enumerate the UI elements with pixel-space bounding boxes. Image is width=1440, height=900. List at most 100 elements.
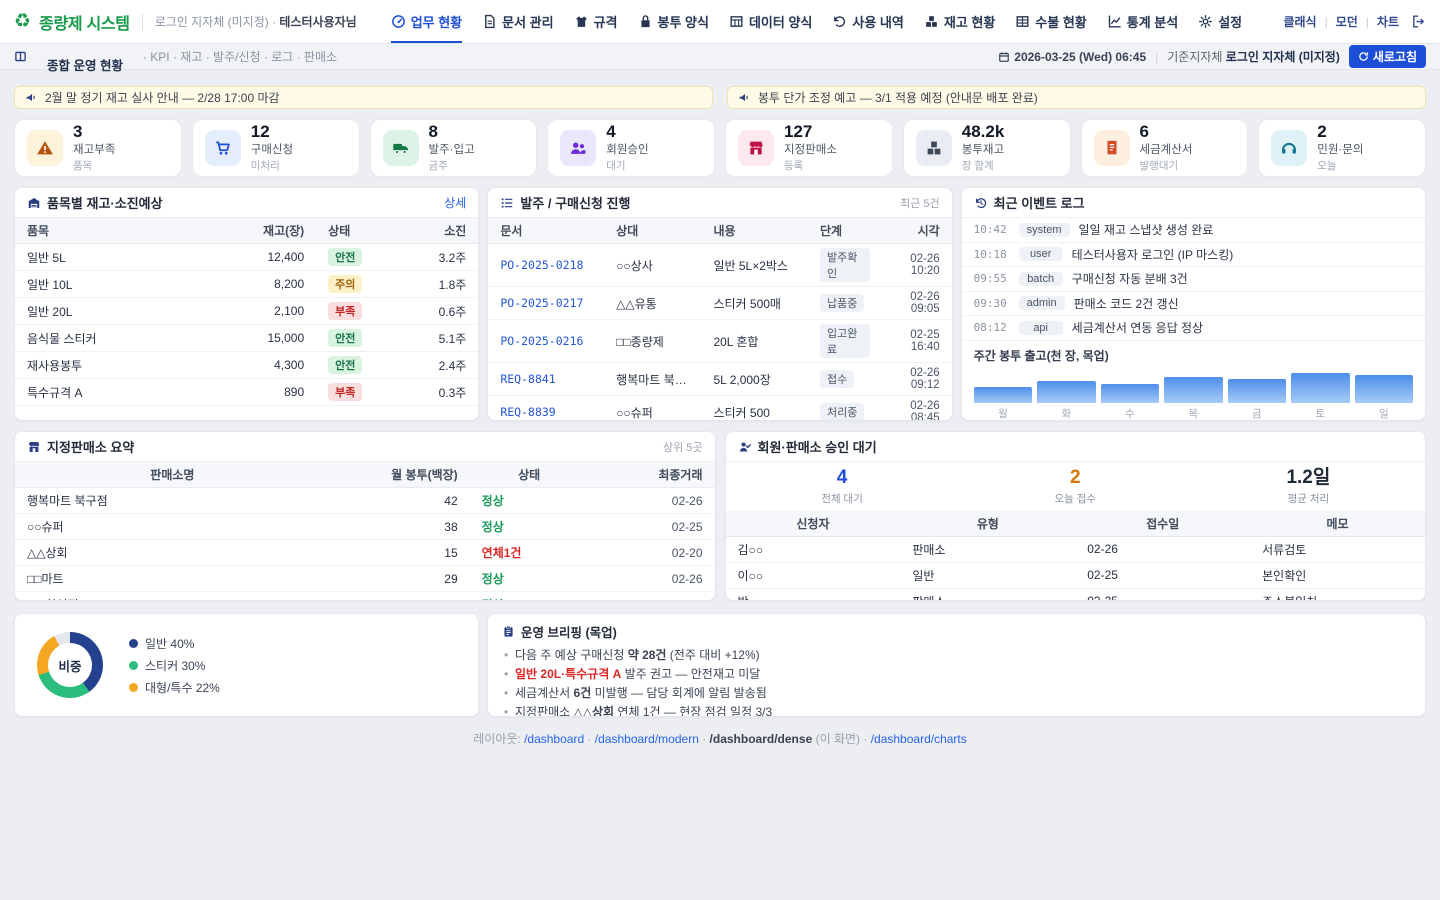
panels-row-3: 비중 일반 40%스티커 30%대형/특수 22% 운영 브리핑 (목업) 다음… bbox=[14, 613, 1426, 717]
status-badge: 주의 bbox=[328, 275, 362, 293]
table-header-row: 문서상대내용단계시각 bbox=[488, 218, 951, 244]
nav-item-label: 업무 현황 bbox=[411, 12, 462, 31]
bar-토 bbox=[1291, 373, 1349, 403]
legend-dot bbox=[129, 639, 138, 648]
kpi-card-1[interactable]: 3재고부족품목 bbox=[14, 119, 182, 177]
bag-icon bbox=[638, 14, 653, 29]
kpi-card-2[interactable]: 12구매신청미처리 bbox=[192, 119, 360, 177]
log-tag-badge: batch bbox=[1019, 272, 1063, 286]
bar-금 bbox=[1228, 379, 1286, 403]
item-burn-weeks: 0.6주 bbox=[390, 298, 478, 325]
login-jurisdiction: 로그인 지자체 (미지정) · bbox=[155, 15, 280, 29]
footer-layout-link[interactable]: /dashboard bbox=[524, 732, 584, 746]
store-icon bbox=[738, 130, 774, 166]
panel-header: 품목별 재고·소진예상 상세 bbox=[15, 188, 478, 218]
store-monthly: 38 bbox=[330, 514, 470, 540]
item-name: 특수규격 A bbox=[15, 379, 210, 406]
kpi-card-8[interactable]: 2민원·문의오늘 bbox=[1258, 119, 1426, 177]
table-header-row: 신청자유형접수일메모 bbox=[726, 511, 1426, 537]
nav-item-8[interactable]: 수불 현황 bbox=[1015, 0, 1086, 43]
bar-화 bbox=[1037, 381, 1095, 403]
nav-item-1[interactable]: 업무 현황 bbox=[391, 0, 462, 43]
stat-label: 평균 처리 bbox=[1192, 491, 1425, 506]
legend-item: 대형/특수 22% bbox=[129, 679, 220, 696]
kpi-sublabel: 등록 bbox=[784, 158, 837, 173]
table-row: 일반 5L12,400안전3.2주 bbox=[15, 244, 478, 271]
kpi-card-5[interactable]: 127지정판매소등록 bbox=[725, 119, 893, 177]
bar-일 bbox=[1355, 375, 1413, 403]
layout-link-2[interactable]: 모던 bbox=[1336, 13, 1358, 30]
kpi-card-6[interactable]: 48.2k봉투재고장 합계 bbox=[903, 119, 1071, 177]
kpi-card-3[interactable]: 8발주·입고금주 bbox=[370, 119, 538, 177]
nav-item-4[interactable]: 봉투 양식 bbox=[638, 0, 709, 43]
share-donut-panel: 비중 일반 40%스티커 30%대형/특수 22% bbox=[14, 613, 479, 717]
column-header: 메모 bbox=[1250, 511, 1425, 537]
banner-text: 봉투 단가 조정 예고 — 3/1 적용 예정 (안내문 배포 완료) bbox=[758, 89, 1038, 106]
stage-badge: 납품중 bbox=[820, 294, 864, 312]
user-check-icon bbox=[738, 440, 752, 454]
panel-title-text: 회원·판매소 승인 대기 bbox=[758, 437, 877, 456]
order-time: 02-26 08:45 bbox=[882, 396, 952, 422]
layout-link-3[interactable]: 차트 bbox=[1377, 13, 1399, 30]
document-link[interactable]: REQ-8841 bbox=[500, 372, 555, 386]
bar-label: 금 bbox=[1228, 406, 1286, 421]
nav-item-2[interactable]: 문서 관리 bbox=[482, 0, 553, 43]
footer-layout-link[interactable]: /dashboard/charts bbox=[871, 732, 967, 746]
column-header: 월 봉투(백장) bbox=[330, 462, 470, 488]
store-icon bbox=[27, 440, 41, 454]
orders-table: 문서상대내용단계시각 PO-2025-0218○○상사일반 5L×2박스발주확인… bbox=[488, 218, 951, 421]
item-name: 음식물 스티커 bbox=[15, 325, 210, 352]
kpi-label: 발주·입고 bbox=[429, 141, 475, 157]
nav-item-9[interactable]: 통계 분석 bbox=[1107, 0, 1178, 43]
stat-value: 2 bbox=[959, 468, 1192, 489]
refresh-button[interactable]: 새로고침 bbox=[1349, 45, 1426, 68]
document-link[interactable]: PO-2025-0216 bbox=[500, 334, 583, 348]
nav-item-5[interactable]: 데이터 양식 bbox=[729, 0, 812, 43]
applicant-type: 판매소 bbox=[900, 588, 1075, 601]
kpi-sublabel: 오늘 bbox=[1317, 158, 1363, 173]
warehouse-icon bbox=[27, 196, 41, 210]
approvals-panel: 회원·판매소 승인 대기 4전체 대기2오늘 접수1.2일평균 처리 신청자유형… bbox=[725, 431, 1427, 601]
divider: · bbox=[699, 732, 710, 746]
inventory-detail-link[interactable]: 상세 bbox=[444, 194, 466, 211]
kpi-card-7[interactable]: 6세금계산서발행대기 bbox=[1081, 119, 1249, 177]
nav-item-6[interactable]: 사용 내역 bbox=[832, 0, 903, 43]
breadcrumb-trail: · KPI · 재고 · 발주/신청 · 로그 · 판매소 bbox=[143, 48, 337, 65]
item-stock: 8,200 bbox=[210, 271, 317, 298]
document-link[interactable]: PO-2025-0218 bbox=[500, 258, 583, 272]
kpi-label: 재고부족 bbox=[73, 141, 115, 157]
document-link[interactable]: REQ-8839 bbox=[500, 405, 555, 419]
nav-item-label: 규격 bbox=[594, 12, 618, 31]
footer-current-layout: /dashboard/dense bbox=[710, 732, 813, 746]
log-text: 세금계산서 연동 응답 정상 bbox=[1072, 319, 1203, 336]
order-desc: 20L 혼합 bbox=[701, 320, 808, 363]
nav-item-10[interactable]: 설정 bbox=[1198, 0, 1242, 43]
item-burn-weeks: 1.8주 bbox=[390, 271, 478, 298]
bar-월 bbox=[974, 387, 1032, 403]
kpi-card-4[interactable]: 4회원승인대기 bbox=[547, 119, 715, 177]
store-last-trade: 02-25 bbox=[589, 514, 715, 540]
table-row: 음식물 스티커15,000안전5.1주 bbox=[15, 325, 478, 352]
item-burn-weeks: 3.2주 bbox=[390, 244, 478, 271]
logout-icon[interactable] bbox=[1411, 14, 1426, 29]
panel-title-text: 최근 이벤트 로그 bbox=[994, 193, 1085, 212]
brand-title: 종량제 시스템 bbox=[39, 10, 130, 34]
nav-item-label: 수불 현황 bbox=[1035, 12, 1086, 31]
stage-badge: 처리중 bbox=[820, 403, 864, 421]
order-time: 02-25 16:40 bbox=[882, 320, 952, 363]
footer-layout-link[interactable]: /dashboard/modern bbox=[595, 732, 699, 746]
log-text: 판매소 코드 2건 갱신 bbox=[1074, 295, 1179, 312]
layout-link-1[interactable]: 클래식 bbox=[1283, 13, 1316, 30]
nav-item-3[interactable]: 규격 bbox=[574, 0, 618, 43]
nav-item-7[interactable]: 재고 현황 bbox=[924, 0, 995, 43]
column-header: 품목 bbox=[15, 218, 210, 244]
table-header-row: 판매소명월 봉투(백장)상태최종거래 bbox=[15, 462, 715, 488]
store-status: 정상 bbox=[482, 494, 504, 508]
status-badge: 부족 bbox=[328, 383, 362, 401]
subheader-right: 2026-03-25 (Wed) 06:45 | 기준지자체 로그인 지자체 (… bbox=[998, 45, 1426, 68]
order-partner: △△유통 bbox=[604, 287, 701, 320]
document-link[interactable]: PO-2025-0217 bbox=[500, 296, 583, 310]
stat-value: 1.2일 bbox=[1192, 468, 1425, 489]
store-name: ○○슈퍼 bbox=[15, 514, 330, 540]
table-row: PO-2025-0218○○상사일반 5L×2박스발주확인02-26 10:20 bbox=[488, 244, 951, 287]
